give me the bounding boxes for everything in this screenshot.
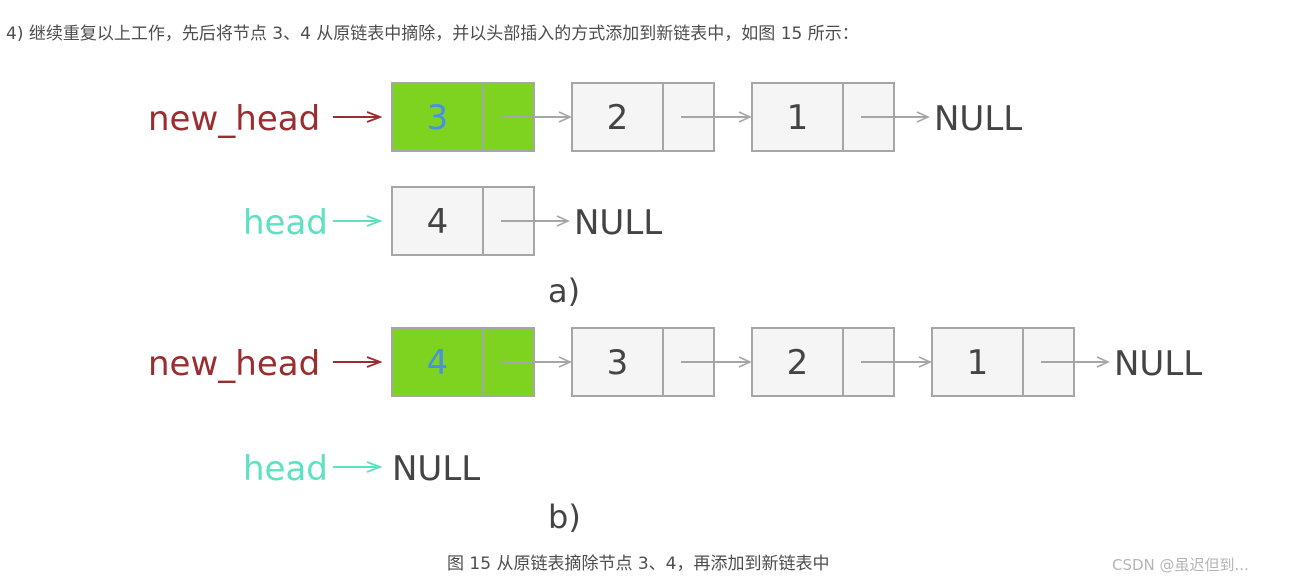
list-node: 4 (391, 186, 570, 256)
list-node: 3 (391, 82, 572, 152)
list-node: 3 (571, 327, 752, 397)
node-value: 2 (787, 343, 809, 383)
null-terminal: NULL (392, 449, 480, 489)
node-value: 2 (607, 98, 629, 138)
new-list-b: 4 3 2 1 NULL (391, 327, 1202, 397)
head-list-b: NULL (392, 449, 480, 489)
node-value: 4 (427, 343, 449, 383)
new-list-a: 3 2 1 NULL (391, 82, 1022, 152)
linked-list-diagram: new_head 3 2 1 NULL head 4 NULL a) new_head … (148, 82, 1202, 536)
node-value: 3 (427, 98, 449, 138)
list-node: 2 (751, 327, 932, 397)
new-head-label: new_head (148, 99, 320, 139)
figure-caption: 图 15 从原链表摘除节点 3、4，再添加到新链表中 (447, 554, 830, 574)
panel-a: new_head 3 2 1 NULL head 4 NULL a) (148, 82, 1022, 310)
null-terminal: NULL (1114, 344, 1202, 384)
panel-sublabel: b) (548, 498, 581, 536)
panel-b: new_head 4 3 2 1 NULL head NULL b) (148, 327, 1202, 536)
list-node: 1 (931, 327, 1110, 397)
null-terminal: NULL (574, 203, 662, 243)
head-label: head (243, 203, 328, 243)
node-value: 1 (967, 343, 989, 383)
list-node: 4 (391, 327, 572, 397)
watermark: CSDN @虽迟但到... (1112, 556, 1249, 574)
head-list-a: 4 NULL (391, 186, 662, 256)
null-terminal: NULL (934, 99, 1022, 139)
head-label: head (243, 449, 328, 489)
node-value: 3 (607, 343, 629, 383)
list-node: 1 (751, 82, 930, 152)
list-node: 2 (571, 82, 752, 152)
panel-sublabel: a) (548, 272, 580, 310)
node-value: 4 (427, 202, 449, 242)
node-value: 1 (787, 98, 809, 138)
new-head-label: new_head (148, 344, 320, 384)
